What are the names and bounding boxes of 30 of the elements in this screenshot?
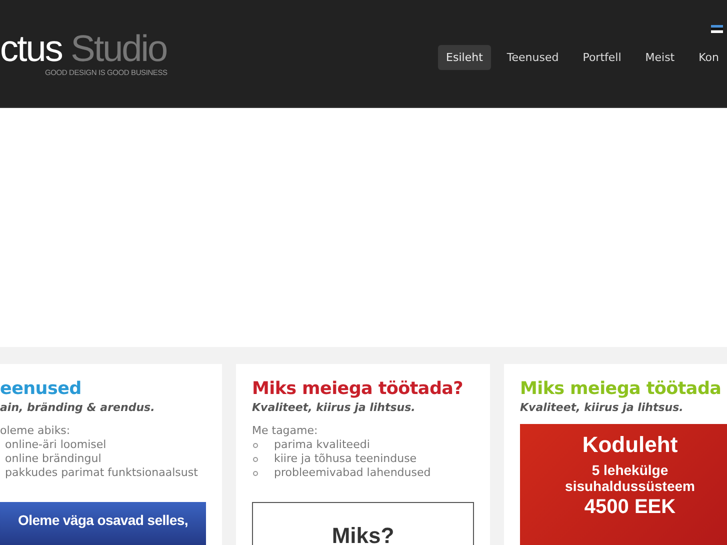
list-item: online brändingul: [5, 452, 102, 466]
card-subtitle: ain, bränding & arendus.: [0, 401, 156, 414]
list-item: online-äri loomisel: [5, 438, 106, 452]
list-item: parima kvaliteedi: [274, 438, 370, 452]
list-item: probleemivabad lahendused: [274, 466, 431, 480]
card-title: Miks meiega töötada?: [252, 378, 464, 401]
flag-icon[interactable]: [711, 25, 723, 33]
list-item: pakkudes parimat funktsionaalsust: [5, 466, 198, 480]
list-item: kiire ja tõhusa teeninduse: [274, 452, 417, 466]
logo[interactable]: ctus Studio: [0, 30, 168, 68]
banner-text: 5 lehekülge: [590, 462, 670, 478]
list-intro: Me tagame:: [252, 424, 319, 438]
banner-text: Miks?: [330, 523, 396, 545]
card-title: Miks meiega töötada: [520, 378, 722, 401]
promo-banner[interactable]: Koduleht 5 lehekülge sisuhaldussüsteem 4500 EEK: [520, 424, 727, 545]
nav-link[interactable]: Portfell: [574, 45, 630, 70]
nav-link[interactable]: Kon: [690, 45, 727, 70]
banner-text: sisuhaldussüsteem: [564, 478, 696, 494]
nav-link[interactable]: Esileht: [438, 45, 491, 70]
banner-text: Koduleht: [581, 432, 679, 458]
nav-link[interactable]: Meist: [637, 45, 683, 70]
promo-banner[interactable]: Oleme väga osavad selles,: [0, 502, 206, 545]
banner-text: 4500 EEK: [583, 496, 677, 519]
card-title: eenused: [0, 378, 82, 401]
card-subtitle: Kvaliteet, kiirus ja lihtsus.: [520, 401, 684, 414]
nav-link[interactable]: Teenused: [498, 45, 567, 70]
promo-banner[interactable]: Miks?: [252, 502, 474, 545]
banner-text: Oleme väga osavad selles,: [17, 512, 189, 528]
card-subtitle: Kvaliteet, kiirus ja lihtsus.: [252, 401, 416, 414]
list-intro: oleme abiks:: [0, 424, 72, 438]
